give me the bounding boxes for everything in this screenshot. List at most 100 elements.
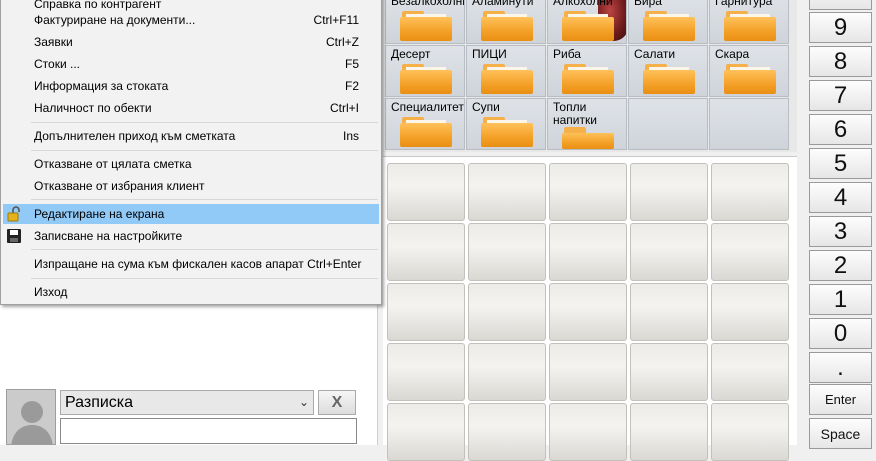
product-button-empty[interactable] — [549, 283, 627, 341]
numpad-key-9[interactable]: 9 — [809, 12, 872, 43]
lock-icon — [7, 206, 20, 222]
numpad-key-8[interactable]: 8 — [809, 46, 872, 77]
menu-item-invoicing[interactable]: Фактуриране на документи... Ctrl+F11 — [3, 10, 379, 30]
enter-key[interactable]: Enter — [809, 384, 872, 415]
document-type-select[interactable]: Разписка ⌄ — [60, 390, 314, 415]
product-button-empty[interactable] — [630, 283, 708, 341]
menu-item-shortcut: Ctrl+I — [329, 101, 359, 115]
menu-item-save-settings[interactable]: Записване на настройките — [3, 226, 379, 246]
product-button-empty[interactable] — [468, 163, 546, 221]
folder-icon — [643, 64, 695, 94]
menu-item-label: Отказване от цялата сметка — [34, 157, 192, 171]
category-label: Скара — [715, 47, 750, 61]
menu-item-send-to-fiscal[interactable]: Изпращане на сума към фискален касов апа… — [3, 254, 379, 274]
folder-icon — [481, 117, 533, 147]
category-label: Топли напитки — [553, 100, 597, 127]
menu-item-exit[interactable]: Изход — [3, 282, 379, 302]
product-button-empty[interactable] — [468, 283, 546, 341]
menu-item-cancel-bill[interactable]: Отказване от цялата сметка — [3, 154, 379, 174]
menu-item-cancel-client[interactable]: Отказване от избрания клиент — [3, 176, 379, 196]
document-type-value: Разписка — [65, 394, 134, 411]
numpad-key-1[interactable]: 1 — [809, 284, 872, 315]
category-button[interactable]: Безалкохолни — [385, 0, 465, 44]
product-button-empty[interactable] — [630, 163, 708, 221]
numpad-key-5[interactable]: 5 — [809, 148, 872, 179]
numpad-key-3[interactable]: 3 — [809, 216, 872, 247]
customer-input[interactable] — [60, 418, 357, 444]
product-button-empty[interactable] — [711, 283, 789, 341]
menu-item-label: Изход — [34, 285, 68, 299]
category-button[interactable]: Аламинути — [466, 0, 546, 44]
category-label: Супи — [472, 100, 500, 114]
numpad-key[interactable] — [809, 0, 872, 10]
menu-item-label: Информация за стоката — [34, 79, 169, 93]
category-button[interactable]: Супи — [466, 98, 546, 150]
category-button-empty[interactable] — [628, 98, 708, 150]
product-button-empty[interactable] — [630, 343, 708, 401]
category-button[interactable]: Бира — [628, 0, 708, 44]
product-button-empty[interactable] — [549, 163, 627, 221]
menu-item-label: Стоки ... — [34, 57, 80, 71]
clear-button[interactable]: X — [318, 390, 356, 415]
menu-item-goods[interactable]: Стоки ... F5 — [3, 54, 379, 74]
category-button[interactable]: ПИЦИ — [466, 45, 546, 97]
category-grid: Безалкохолни Аламинути Алкохолни Бира Га… — [383, 0, 797, 152]
folder-icon — [400, 11, 452, 41]
category-button[interactable]: Алкохолни — [547, 0, 627, 44]
menu-item-stock-by-site[interactable]: Наличност по обекти Ctrl+I — [3, 98, 379, 118]
category-button[interactable]: Риба — [547, 45, 627, 97]
menu-item-shortcut: F5 — [344, 57, 359, 71]
menu-item-goods-info[interactable]: Информация за стоката F2 — [3, 76, 379, 96]
menu-item-extra-income[interactable]: Допълнителен приход към сметката Ins — [3, 126, 379, 146]
product-button-empty[interactable] — [387, 163, 465, 221]
folder-icon — [400, 64, 452, 94]
numpad-key-dot[interactable]: . — [809, 352, 872, 383]
category-button[interactable]: Специалитети — [385, 98, 465, 150]
category-button[interactable]: Салати — [628, 45, 708, 97]
numpad-key-7[interactable]: 7 — [809, 80, 872, 111]
product-button-empty[interactable] — [387, 223, 465, 281]
product-button-empty[interactable] — [387, 403, 465, 461]
product-button-empty[interactable] — [549, 223, 627, 281]
numpad-key-4[interactable]: 4 — [809, 182, 872, 213]
menu-separator — [31, 249, 378, 250]
menu-item-label: Записване на настройките — [34, 229, 183, 243]
numpad-key-0[interactable]: 0 — [809, 318, 872, 349]
product-button-empty[interactable] — [549, 403, 627, 461]
category-label: Десерт — [391, 47, 431, 61]
product-button-empty[interactable] — [630, 223, 708, 281]
category-button[interactable]: Скара — [709, 45, 789, 97]
category-button[interactable]: Гарнитура — [709, 0, 789, 44]
product-button-empty[interactable] — [387, 343, 465, 401]
product-button-empty[interactable] — [468, 223, 546, 281]
menu-item-label: Наличност по обекти — [34, 101, 152, 115]
product-button-empty[interactable] — [468, 403, 546, 461]
menu-item-edit-screen[interactable]: Редактиране на екрана — [3, 204, 379, 224]
product-button-empty[interactable] — [711, 343, 789, 401]
menu-item-orders[interactable]: Заявки Ctrl+Z — [3, 32, 379, 52]
category-label: Риба — [553, 47, 581, 61]
category-button-empty[interactable] — [709, 98, 789, 150]
product-button-empty[interactable] — [711, 403, 789, 461]
numpad-key-2[interactable]: 2 — [809, 250, 872, 281]
folder-icon — [724, 64, 776, 94]
product-button-empty[interactable] — [468, 343, 546, 401]
numpad-key-6[interactable]: 6 — [809, 114, 872, 145]
menu-item-label: Отказване от избрания клиент — [34, 179, 205, 193]
category-label: Бира — [634, 0, 662, 8]
category-button[interactable]: Топли напитки — [547, 98, 627, 150]
space-key[interactable]: Space — [809, 418, 872, 449]
product-grid — [383, 156, 797, 461]
save-icon — [7, 229, 21, 243]
category-label: Безалкохолни — [391, 0, 465, 8]
product-button-empty[interactable] — [549, 343, 627, 401]
product-button-empty[interactable] — [630, 403, 708, 461]
category-label: Специалитети — [391, 100, 465, 114]
category-label: Аламинути — [472, 0, 534, 8]
product-button-empty[interactable] — [711, 223, 789, 281]
category-button[interactable]: Десерт — [385, 45, 465, 97]
folder-icon — [562, 64, 614, 94]
product-button-empty[interactable] — [387, 283, 465, 341]
product-button-empty[interactable] — [711, 163, 789, 221]
folder-icon — [481, 11, 533, 41]
